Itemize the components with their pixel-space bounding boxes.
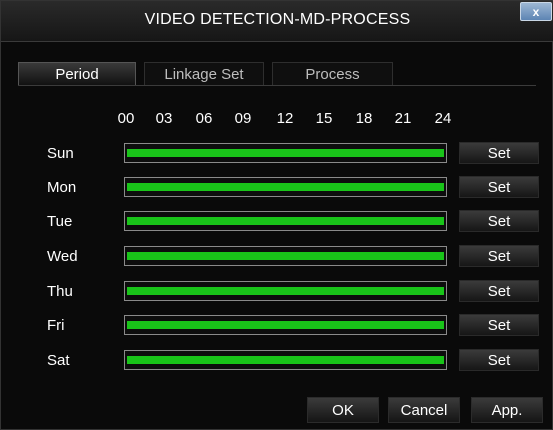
period-bar-sat[interactable] <box>124 350 447 370</box>
period-fill <box>127 321 444 329</box>
day-label-wed: Wed <box>47 248 78 265</box>
hour-label: 06 <box>195 110 213 127</box>
tab-period[interactable]: Period <box>18 62 136 85</box>
day-label-sun: Sun <box>47 145 74 162</box>
period-bar-thu[interactable] <box>124 281 447 301</box>
period-bar-tue[interactable] <box>124 211 447 231</box>
day-label-fri: Fri <box>47 317 65 334</box>
set-button-thu[interactable]: Set <box>459 280 539 302</box>
cancel-button[interactable]: Cancel <box>388 397 460 423</box>
day-label-sat: Sat <box>47 352 70 369</box>
period-bar-fri[interactable] <box>124 315 447 335</box>
period-bar-mon[interactable] <box>124 177 447 197</box>
hour-label: 24 <box>434 110 452 127</box>
period-fill <box>127 149 444 157</box>
close-icon: x <box>532 4 540 19</box>
period-fill <box>127 183 444 191</box>
hour-label: 18 <box>355 110 373 127</box>
dialog-window: VIDEO DETECTION-MD-PROCESS x Period Link… <box>0 0 553 430</box>
tab-process[interactable]: Process <box>272 62 393 85</box>
day-label-thu: Thu <box>47 283 73 300</box>
ok-button[interactable]: OK <box>307 397 379 423</box>
period-fill <box>127 217 444 225</box>
period-bar-sun[interactable] <box>124 143 447 163</box>
title-bar[interactable]: VIDEO DETECTION-MD-PROCESS x <box>1 1 553 42</box>
set-button-mon[interactable]: Set <box>459 176 539 198</box>
tab-linkage-set[interactable]: Linkage Set <box>144 62 264 85</box>
hour-label: 12 <box>276 110 294 127</box>
tab-divider <box>18 85 536 86</box>
hour-label: 00 <box>117 110 135 127</box>
period-fill <box>127 287 444 295</box>
hour-label: 03 <box>155 110 173 127</box>
apply-button[interactable]: App. <box>471 397 543 423</box>
day-label-tue: Tue <box>47 213 73 230</box>
set-button-fri[interactable]: Set <box>459 314 539 336</box>
period-bar-wed[interactable] <box>124 246 447 266</box>
close-button[interactable]: x <box>520 2 552 21</box>
hour-label: 09 <box>234 110 252 127</box>
set-button-sat[interactable]: Set <box>459 349 539 371</box>
dialog-title: VIDEO DETECTION-MD-PROCESS <box>144 11 411 28</box>
period-fill <box>127 252 444 260</box>
set-button-wed[interactable]: Set <box>459 245 539 267</box>
day-label-mon: Mon <box>47 179 77 196</box>
period-fill <box>127 356 444 364</box>
set-button-sun[interactable]: Set <box>459 142 539 164</box>
hour-label: 21 <box>394 110 412 127</box>
set-button-tue[interactable]: Set <box>459 210 539 232</box>
hour-label: 15 <box>315 110 333 127</box>
